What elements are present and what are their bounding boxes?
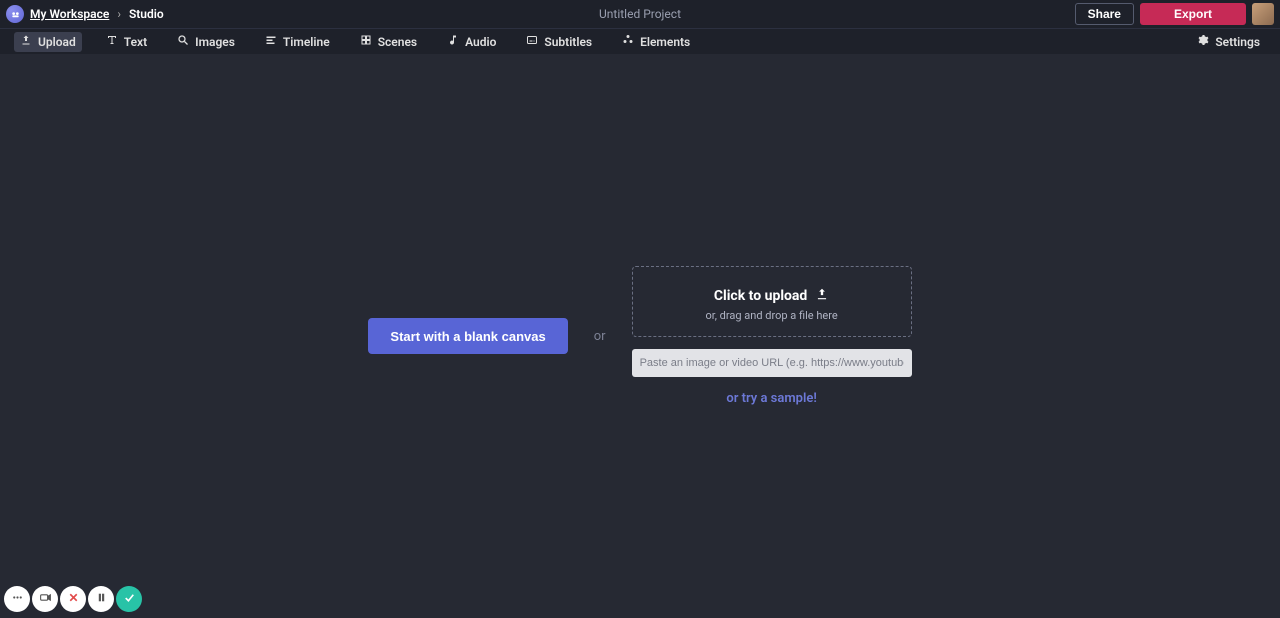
check-icon: [123, 591, 136, 607]
export-button[interactable]: Export: [1140, 3, 1246, 25]
audio-icon: [447, 34, 459, 49]
tool-upload[interactable]: Upload: [14, 32, 82, 52]
tool-label: Audio: [465, 35, 496, 49]
elements-icon: [622, 34, 634, 49]
url-input[interactable]: [632, 349, 912, 377]
text-icon: [106, 34, 118, 49]
search-icon: [177, 34, 189, 49]
tool-label: Elements: [640, 35, 690, 49]
dropzone-title: Click to upload: [714, 288, 807, 304]
tool-label: Scenes: [378, 35, 417, 49]
user-avatar[interactable]: [1252, 3, 1274, 25]
tool-elements[interactable]: Elements: [616, 32, 696, 52]
scenes-icon: [360, 34, 372, 49]
toolbar: Upload Text Images Timeline Scenes Audio: [0, 28, 1280, 54]
gear-icon: [1197, 34, 1209, 49]
camera-icon: [39, 591, 52, 607]
or-separator: or: [594, 329, 606, 344]
settings-button[interactable]: Settings: [1191, 32, 1266, 52]
tool-images[interactable]: Images: [171, 32, 241, 52]
upload-dropzone[interactable]: Click to upload or, drag and drop a file…: [632, 266, 912, 337]
breadcrumb: My Workspace › Studio: [6, 5, 164, 23]
upload-icon: [815, 287, 829, 305]
topbar: My Workspace › Studio Untitled Project S…: [0, 0, 1280, 28]
recorder-pause-button[interactable]: [88, 586, 114, 612]
tool-label: Subtitles: [544, 35, 592, 49]
project-title[interactable]: Untitled Project: [599, 7, 681, 21]
upload-icon: [20, 34, 32, 49]
tool-text[interactable]: Text: [100, 32, 153, 52]
app-logo-icon[interactable]: [6, 5, 24, 23]
recorder-controls: [4, 586, 142, 612]
subtitles-icon: [526, 34, 538, 49]
recorder-camera-button[interactable]: [32, 586, 58, 612]
tool-label: Images: [195, 35, 235, 49]
tool-label: Timeline: [283, 35, 330, 49]
tool-label: Upload: [38, 35, 76, 49]
share-button[interactable]: Share: [1075, 3, 1134, 25]
close-icon: [67, 591, 80, 607]
settings-label: Settings: [1215, 35, 1260, 49]
tool-label: Text: [124, 35, 147, 49]
pause-icon: [95, 591, 108, 607]
breadcrumb-separator: ›: [117, 7, 121, 21]
try-sample-link[interactable]: or try a sample!: [726, 391, 816, 406]
breadcrumb-current: Studio: [129, 7, 164, 21]
recorder-confirm-button[interactable]: [116, 586, 142, 612]
tool-audio[interactable]: Audio: [441, 32, 502, 52]
upload-column: Click to upload or, drag and drop a file…: [632, 266, 912, 406]
dropzone-subtitle: or, drag and drop a file here: [643, 309, 901, 322]
tool-subtitles[interactable]: Subtitles: [520, 32, 598, 52]
timeline-icon: [265, 34, 277, 49]
topbar-right: Share Export: [1075, 3, 1274, 25]
recorder-more-button[interactable]: [4, 586, 30, 612]
workspace-link[interactable]: My Workspace: [30, 7, 109, 21]
more-icon: [11, 591, 24, 607]
canvas-area: Start with a blank canvas or Click to up…: [0, 54, 1280, 618]
start-blank-canvas-button[interactable]: Start with a blank canvas: [368, 318, 567, 354]
tool-timeline[interactable]: Timeline: [259, 32, 336, 52]
recorder-cancel-button[interactable]: [60, 586, 86, 612]
tool-scenes[interactable]: Scenes: [354, 32, 423, 52]
